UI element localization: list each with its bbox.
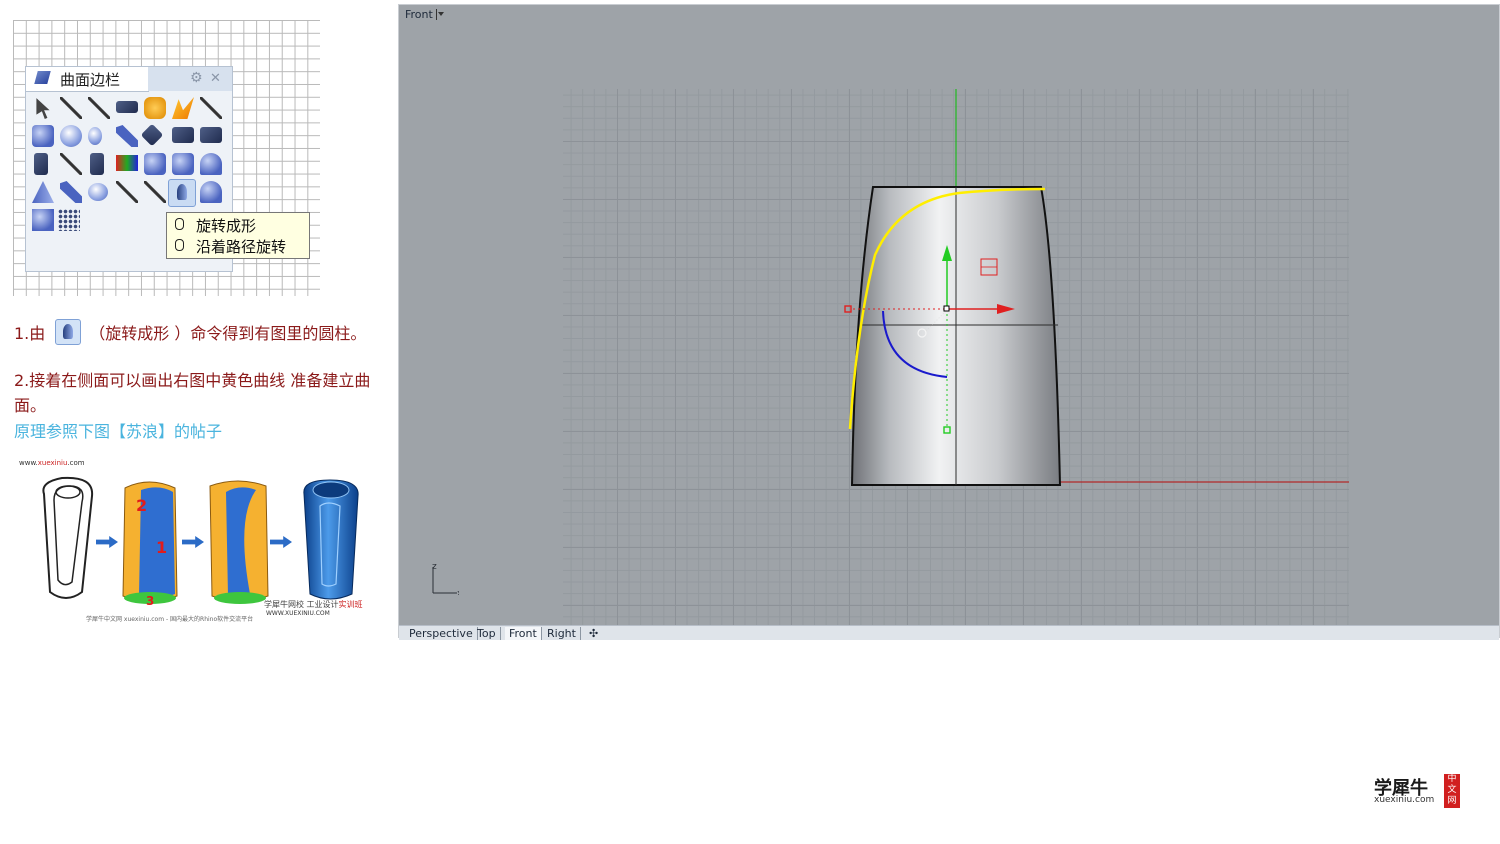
left-mouse-icon	[175, 218, 184, 230]
revolve-icon[interactable]	[168, 179, 196, 207]
cone-icon[interactable]	[32, 181, 54, 203]
revolve-inline-icon	[55, 319, 82, 345]
tab-right[interactable]: Right	[543, 627, 581, 640]
reference-brand: 学犀牛网校 工业设计实训班	[264, 600, 363, 609]
instruction-reference-note: 原理参照下图【苏浪】的帖子	[14, 422, 223, 441]
final-product-render	[303, 479, 359, 600]
tab-perspective[interactable]: Perspective	[405, 627, 478, 640]
instruction-step-1: 1.由 （旋转成形 ）命令得到有图里的圆柱。	[14, 319, 366, 345]
step1-suffix: （旋转成形 ）命令得到有图里的圆柱。	[89, 324, 367, 343]
loft-icon[interactable]	[172, 97, 194, 119]
panel-title: 曲面边栏	[60, 71, 121, 89]
viewport-tabs: Perspective Top Front Right ✣	[399, 625, 1499, 640]
extrude-curve-icon[interactable]	[34, 153, 48, 175]
close-icon[interactable]: ✕	[210, 71, 221, 86]
match-surface-icon[interactable]	[116, 155, 138, 171]
revolve-tooltip: 旋转成形 沿着路径旋转	[166, 212, 310, 259]
edge-curves-surface-icon[interactable]	[88, 97, 110, 119]
xuexiniu-logo: 学犀牛 xuexiniu.com 中文网	[1369, 772, 1465, 810]
axis-indicator: z x	[432, 562, 459, 595]
panel-tab[interactable]: 曲面边栏	[26, 67, 149, 92]
product-sketch	[42, 476, 94, 599]
fillet-surface-icon[interactable]	[90, 153, 104, 175]
corner-points-surface-icon[interactable]	[60, 97, 82, 119]
reference-illustration: www.xuexiniu.com 2 1 3 学犀牛网校 工业设计实训班 WWW…	[16, 456, 378, 626]
arrow-icon	[182, 536, 204, 548]
axis-label-x: x	[457, 589, 459, 595]
arrow-icon	[96, 536, 118, 548]
viewport-geometry	[844, 89, 1349, 486]
arch-surface-icon[interactable]	[200, 181, 222, 203]
axis-label-z: z	[432, 562, 437, 572]
point-grid-icon[interactable]	[58, 209, 80, 231]
reference-url: www.xuexiniu.com	[19, 459, 85, 467]
right-mouse-icon	[175, 239, 184, 251]
surface-patches-step2	[209, 480, 269, 604]
extrude-surface-icon[interactable]	[32, 125, 54, 147]
tooltip-label-rail-revolve: 沿着路径旋转	[196, 238, 287, 256]
reference-footer: 学犀牛中文网 xuexiniu.com - 国内最大的Rhino软件交流平台	[86, 616, 254, 623]
patch-number-3: 3	[146, 594, 155, 608]
blend-surface-icon[interactable]	[200, 127, 222, 143]
tab-front[interactable]: Front	[505, 627, 542, 640]
heightfield-icon[interactable]	[32, 209, 54, 231]
arrow-icon	[270, 536, 292, 548]
rebuild-surface-icon[interactable]	[172, 153, 194, 175]
tooltip-row-revolve[interactable]: 旋转成形	[175, 215, 256, 236]
surface-panel-icon	[34, 71, 51, 84]
revolve-shape-icon	[177, 184, 187, 200]
logo-en: xuexiniu.com	[1374, 795, 1435, 805]
instruction-step-2: 2.接着在侧面可以画出右图中黄色曲线 准备建立曲面。	[14, 371, 371, 415]
planar-surface-icon[interactable]	[116, 101, 138, 113]
box-surface-icon[interactable]	[144, 153, 166, 175]
reference-brand-url: WWW.XUEXINIU.COM	[266, 610, 330, 617]
gear-icon[interactable]: ⚙	[190, 70, 203, 86]
tooltip-row-rail-revolve[interactable]: 沿着路径旋转	[175, 236, 286, 257]
patch-number-1: 1	[156, 538, 168, 557]
extrude-along-curve-icon[interactable]	[60, 181, 82, 203]
tab-top[interactable]: Top	[473, 627, 501, 640]
surface-patches-step1	[122, 481, 178, 604]
step1-prefix: 1.由	[14, 324, 46, 343]
offset-surface-icon[interactable]	[60, 153, 82, 175]
drape-icon[interactable]	[88, 127, 102, 145]
sweep2-icon[interactable]	[140, 123, 164, 147]
blend-2-icon[interactable]	[144, 181, 166, 203]
add-viewport-icon[interactable]: ✣	[585, 627, 602, 640]
select-arrow-icon[interactable]	[36, 98, 50, 119]
sphere-icon[interactable]	[60, 125, 82, 147]
gumball-x-handle	[844, 305, 852, 313]
network-surface-icon[interactable]	[200, 97, 222, 119]
untrim-icon[interactable]	[200, 153, 222, 175]
blend-1-icon[interactable]	[116, 181, 138, 203]
gumball-center	[943, 305, 950, 312]
patch-number-2: 2	[136, 496, 148, 515]
logo-badge: 中文网	[1444, 774, 1460, 808]
sweep1-icon[interactable]	[116, 125, 138, 147]
surface-from-curve-icon[interactable]	[88, 183, 108, 201]
surface-toolbar-panel: 曲面边栏 ⚙ ✕ 旋转成形 沿着路径旋转	[25, 66, 310, 272]
patch-surface-icon[interactable]	[144, 97, 166, 119]
tooltip-label-revolve: 旋转成形	[196, 217, 257, 235]
rail-revolve-table-icon[interactable]	[172, 127, 194, 143]
front-viewport[interactable]: Front z Perspective Top Front Right ✣	[398, 4, 1500, 640]
